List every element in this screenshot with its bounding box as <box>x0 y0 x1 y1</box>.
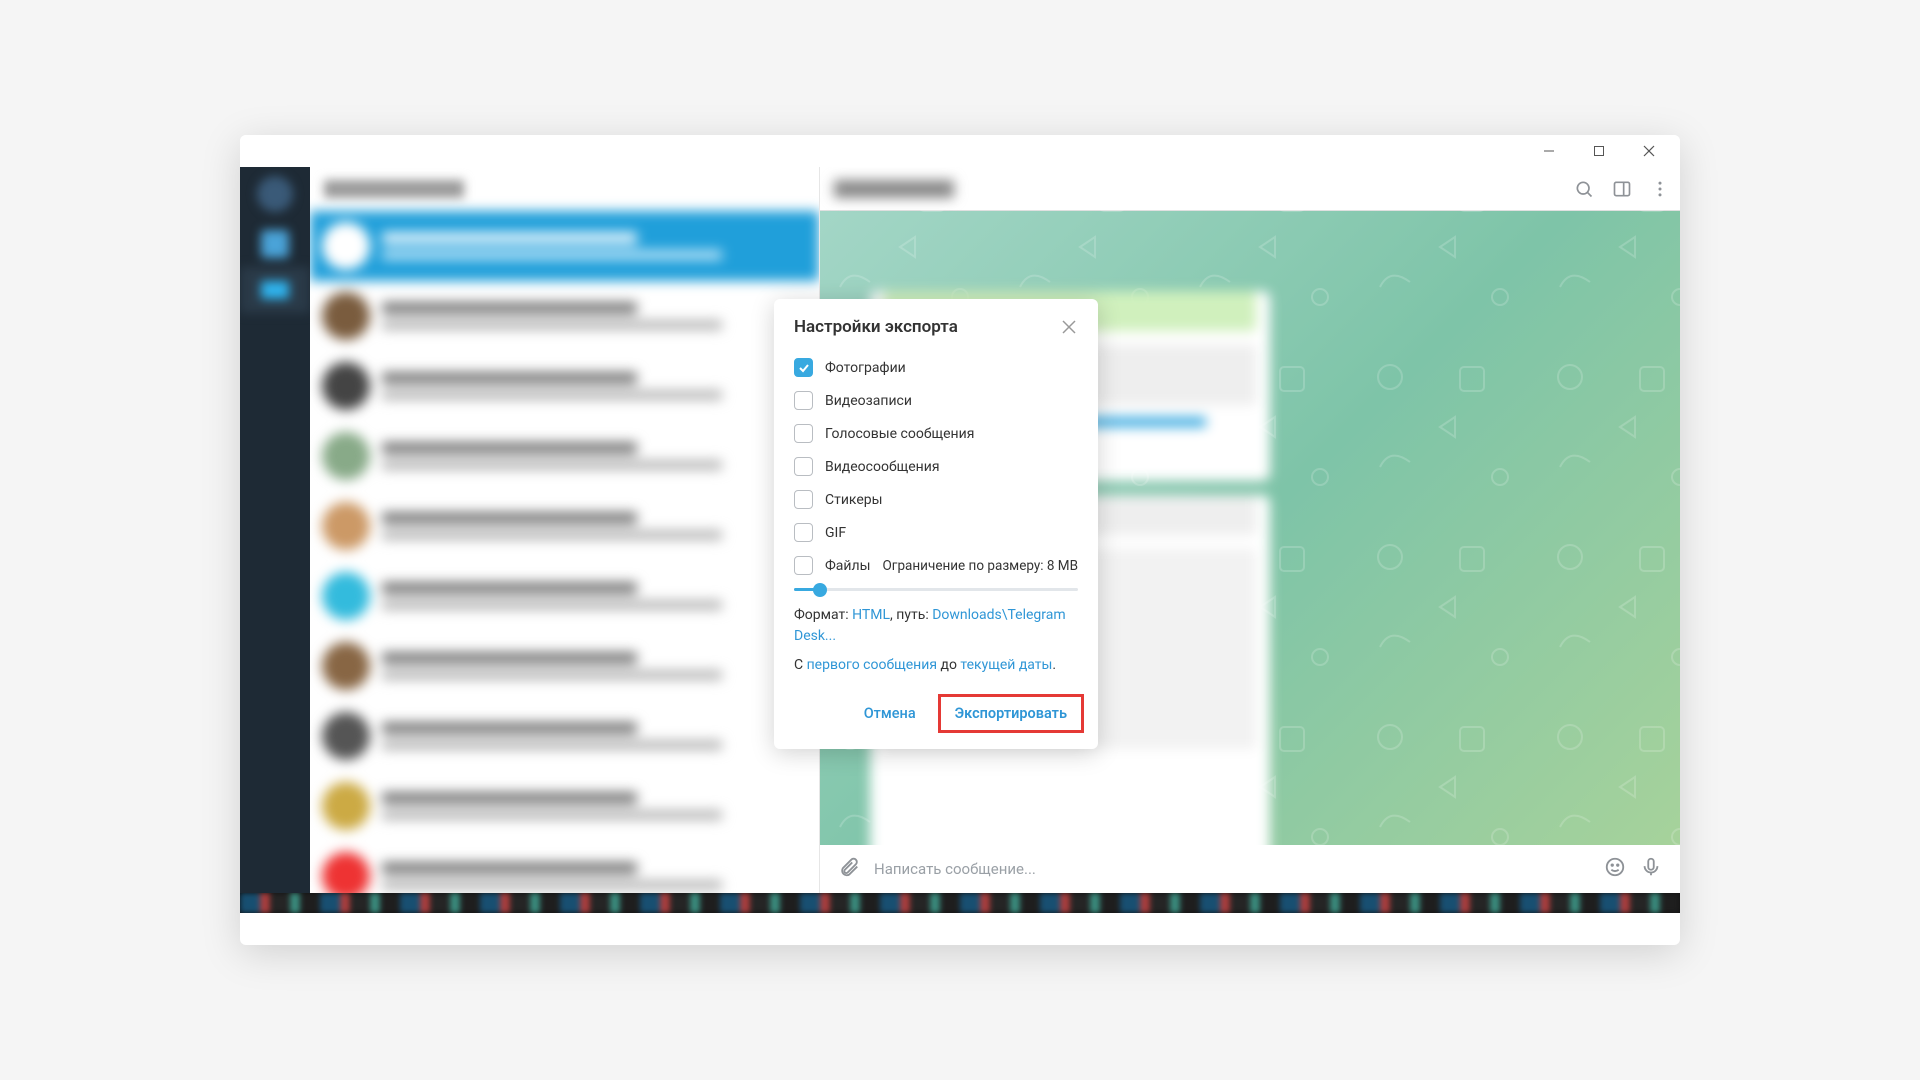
option-label: Голосовые сообщения <box>825 426 974 442</box>
export-button[interactable]: Экспортировать <box>938 694 1084 733</box>
option-video-messages[interactable]: Видеосообщения <box>794 450 1078 483</box>
format-path-line: Формат: HTML, путь: Downloads\Telegram D… <box>794 601 1078 651</box>
date-range-line: С первого сообщения до текущей даты. <box>794 651 1078 680</box>
chat-row[interactable] <box>310 631 819 701</box>
chat-row[interactable] <box>310 771 819 841</box>
checkbox-icon[interactable] <box>794 490 813 509</box>
checkbox-icon[interactable] <box>794 391 813 410</box>
chat-row[interactable] <box>310 351 819 421</box>
search-icon[interactable] <box>1574 179 1594 203</box>
checkbox-icon[interactable] <box>794 556 813 575</box>
option-files[interactable]: Файлы Ограничение по размеру: 8 MB <box>794 549 1078 582</box>
format-link[interactable]: HTML <box>852 607 890 623</box>
dialog-close-button[interactable] <box>1060 318 1078 336</box>
option-videos[interactable]: Видеозаписи <box>794 384 1078 417</box>
chat-list-header <box>310 167 819 211</box>
size-limit-label: Ограничение по размеру: 8 MB <box>883 558 1078 574</box>
compose-bar: Написать сообщение... <box>820 845 1680 893</box>
option-label: Фотографии <box>825 360 906 376</box>
dialog-title: Настройки экспорта <box>794 317 958 337</box>
checkbox-icon[interactable] <box>794 523 813 542</box>
sidebar-toggle-icon[interactable] <box>1612 179 1632 203</box>
chat-row[interactable] <box>310 211 819 281</box>
chat-row[interactable] <box>310 841 819 893</box>
window-titlebar <box>240 135 1680 167</box>
slider-thumb-icon[interactable] <box>813 583 827 597</box>
option-stickers[interactable]: Стикеры <box>794 483 1078 516</box>
range-to-link[interactable]: текущей даты <box>960 657 1052 673</box>
range-from-link[interactable]: первого сообщения <box>807 657 937 673</box>
size-limit-slider[interactable] <box>794 582 1078 601</box>
option-label: Стикеры <box>825 492 883 508</box>
os-taskbar <box>240 893 1680 913</box>
checkbox-icon[interactable] <box>794 424 813 443</box>
maximize-button[interactable] <box>1576 136 1622 166</box>
chat-row[interactable] <box>310 701 819 771</box>
voice-icon[interactable] <box>1640 856 1662 882</box>
left-rail <box>240 167 310 893</box>
chat-row[interactable] <box>310 281 819 351</box>
compose-input[interactable]: Написать сообщение... <box>874 860 1590 878</box>
chat-row[interactable] <box>310 491 819 561</box>
attach-icon[interactable] <box>838 856 860 882</box>
checkbox-checked-icon[interactable] <box>794 358 813 377</box>
window-close-button[interactable] <box>1626 136 1672 166</box>
option-label: Видеосообщения <box>825 459 940 475</box>
option-gif[interactable]: GIF <box>794 516 1078 549</box>
minimize-button[interactable] <box>1526 136 1572 166</box>
option-label: Файлы <box>825 558 870 574</box>
option-label: GIF <box>825 525 846 541</box>
option-voice[interactable]: Голосовые сообщения <box>794 417 1078 450</box>
more-icon[interactable] <box>1650 179 1670 203</box>
checkbox-icon[interactable] <box>794 457 813 476</box>
chat-row[interactable] <box>310 561 819 631</box>
option-label: Видеозаписи <box>825 393 912 409</box>
chat-row[interactable] <box>310 421 819 491</box>
chat-list <box>310 167 820 893</box>
option-photos[interactable]: Фотографии <box>794 351 1078 384</box>
emoji-icon[interactable] <box>1604 856 1626 882</box>
export-settings-dialog: Настройки экспорта Фотографии Видеозапис… <box>774 299 1098 749</box>
cancel-button[interactable]: Отмена <box>852 697 928 730</box>
